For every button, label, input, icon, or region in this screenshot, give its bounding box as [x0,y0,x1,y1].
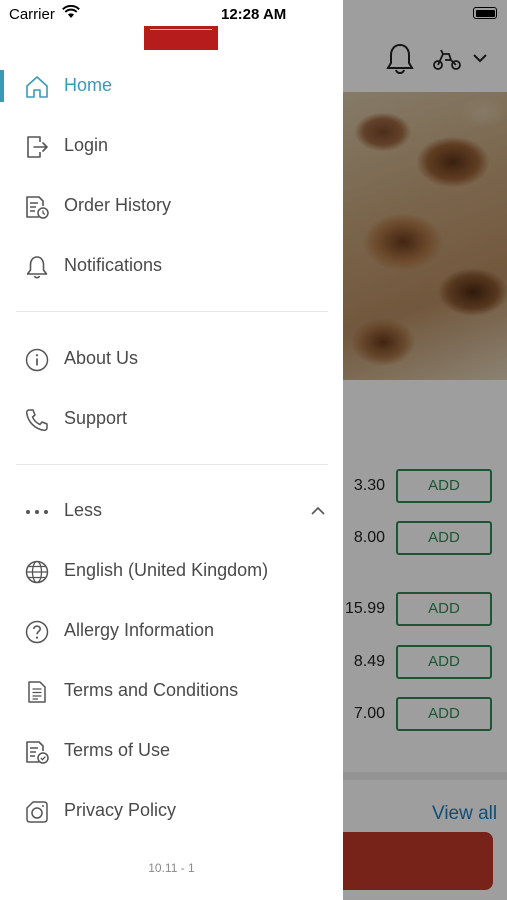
chevron-up-icon [311,506,325,515]
home-icon [26,76,48,98]
document-check-icon [26,741,49,764]
menu-label: English (United Kingdom) [64,560,269,580]
menu-divider [16,464,328,465]
privacy-icon [26,801,48,823]
bell-icon [26,256,48,279]
menu-item-login[interactable]: Login [0,116,343,176]
app-version: 10.11 - 1 [148,861,195,875]
menu-label: Support [64,408,128,428]
menu-label: Login [64,135,109,155]
menu-label: Terms of Use [64,740,171,760]
login-icon [27,136,48,158]
globe-icon [25,560,49,584]
menu-label: Less [64,500,103,520]
phone-icon [25,409,48,432]
order-history-icon [26,196,49,219]
status-time: 12:28 AM [221,6,287,23]
menu-item-about-us[interactable]: About Us [0,329,343,389]
status-bar: Carrier 12:28 AM [0,0,343,28]
menu-item-home[interactable]: Home [0,56,343,116]
menu-item-allergy-information[interactable]: Allergy Information [0,601,343,661]
menu-label: Home [64,75,113,95]
brand-logo [144,26,218,50]
menu-item-privacy-policy[interactable]: Privacy Policy [0,781,343,841]
menu-label: Terms and Conditions [64,680,239,700]
menu-label: Order History [64,195,172,215]
menu-divider [16,311,328,312]
menu-item-support[interactable]: Support [0,389,343,449]
question-circle-icon [25,620,49,644]
menu-item-terms-of-use[interactable]: Terms of Use [0,721,343,781]
menu-item-terms-and-conditions[interactable]: Terms and Conditions [0,661,343,721]
info-icon [25,348,49,372]
menu-label: Privacy Policy [64,800,177,820]
menu-item-notifications[interactable]: Notifications [0,236,343,296]
menu-label: Allergy Information [64,620,215,640]
carrier-label: Carrier [9,6,55,23]
menu-label: Notifications [64,255,163,275]
side-drawer: Carrier 12:28 AM Home Login Order Histor… [0,0,343,900]
menu-label: About Us [64,348,139,368]
menu-item-order-history[interactable]: Order History [0,176,343,236]
active-indicator [0,70,4,102]
menu-item-language[interactable]: English (United Kingdom) [0,541,343,601]
menu-toggle-less[interactable]: Less [0,481,343,541]
more-dots-icon [26,510,48,514]
wifi-icon [62,5,80,18]
document-icon [28,681,46,703]
